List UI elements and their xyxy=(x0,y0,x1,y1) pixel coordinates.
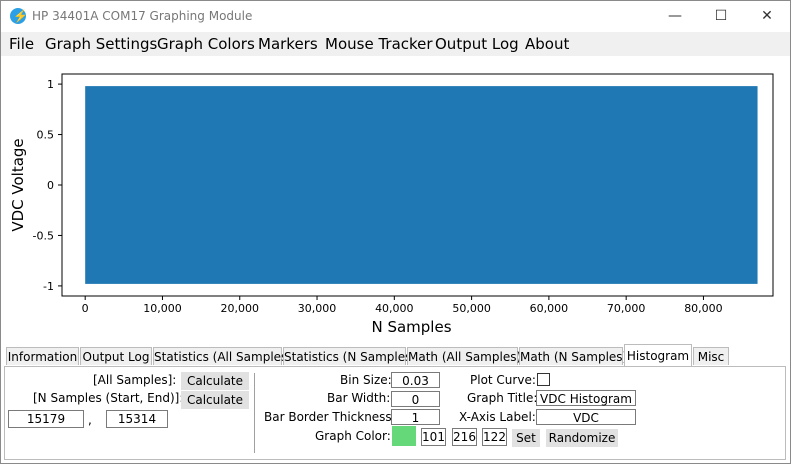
x-tick-label: 20,000 xyxy=(221,302,260,315)
tab-statistics-n-samples[interactable]: Statistics (N Samples) xyxy=(283,347,416,365)
voltage-chart[interactable]: 0 10,000 20,000 30,000 40,000 50,000 60,000 70,… xyxy=(1,56,790,343)
color-red-input[interactable]: 101 xyxy=(421,428,446,446)
tab-information[interactable]: Information xyxy=(6,347,79,365)
tab-statistics-all-samples[interactable]: Statistics (All Samples) xyxy=(153,347,292,365)
tab-math-all-samples[interactable]: Math (All Samples) xyxy=(407,347,521,365)
randomize-color-button[interactable]: Randomize xyxy=(546,429,618,447)
tab-strip: Information Output Log Statistics (All Sam… xyxy=(1,343,790,366)
x-tick-label: 50,000 xyxy=(452,302,491,315)
graph-color-label: Graph Color: xyxy=(315,429,391,443)
y-tick-label: -1 xyxy=(43,280,54,293)
calculate-all-button[interactable]: Calculate xyxy=(181,372,249,390)
bar-width-input[interactable]: 0 xyxy=(391,391,440,407)
x-tick-label: 10,000 xyxy=(143,302,182,315)
bar-border-input[interactable]: 1 xyxy=(391,409,440,425)
y-axis-title: VDC Voltage xyxy=(9,138,27,231)
plot-curve-label: Plot Curve: xyxy=(470,373,536,387)
menu-mouse-tracker[interactable]: Mouse Tracker xyxy=(325,35,433,53)
y-tick-label: 0 xyxy=(47,179,54,192)
x-tick-label: 40,000 xyxy=(375,302,414,315)
menu-graph-colors[interactable]: Graph Colors xyxy=(157,35,255,53)
app-window: HP 34401A COM17 Graphing Module — ☐ ✕ Fi… xyxy=(0,0,791,464)
x-axis-label-input[interactable]: VDC xyxy=(536,409,636,425)
x-tick-label: 60,000 xyxy=(530,302,569,315)
x-tick-label: 80,000 xyxy=(684,302,723,315)
minimize-icon: — xyxy=(668,8,682,24)
panel-divider xyxy=(254,373,258,453)
plot-curve-checkbox[interactable] xyxy=(537,373,550,386)
maximize-button[interactable]: ☐ xyxy=(698,1,744,32)
bin-size-label: Bin Size: xyxy=(340,373,392,387)
color-green-input[interactable]: 216 xyxy=(452,428,477,446)
tab-histogram[interactable]: Histogram xyxy=(624,344,692,366)
y-tick-label: 0.5 xyxy=(37,129,55,142)
end-sample-input[interactable]: 15314 xyxy=(106,410,168,428)
tab-math-n-samples[interactable]: Math (N Samples) xyxy=(519,347,627,365)
comma-separator: , xyxy=(88,413,92,427)
window-title: HP 34401A COM17 Graphing Module xyxy=(32,9,253,23)
n-samples-label: [N Samples (Start, End)]: xyxy=(33,391,184,405)
app-lightning-icon xyxy=(10,8,28,24)
x-axis-title: N Samples xyxy=(371,318,451,336)
minimize-button[interactable]: — xyxy=(652,1,698,32)
menu-file[interactable]: File xyxy=(9,35,34,53)
y-tick-label: 1 xyxy=(47,78,54,91)
all-samples-label: [All Samples]: xyxy=(93,373,177,387)
close-button[interactable]: ✕ xyxy=(744,1,790,32)
tab-misc[interactable]: Misc xyxy=(693,347,729,365)
title-bar[interactable]: HP 34401A COM17 Graphing Module — ☐ ✕ xyxy=(1,1,790,32)
close-icon: ✕ xyxy=(761,8,773,24)
histogram-panel: [All Samples]: Calculate [N Samples (Sta… xyxy=(4,366,786,460)
start-sample-input[interactable]: 15179 xyxy=(8,410,84,428)
bin-size-input[interactable]: 0.03 xyxy=(391,372,440,388)
x-tick-label: 30,000 xyxy=(298,302,337,315)
x-axis-label-label: X-Axis Label: xyxy=(459,410,536,424)
menu-graph-settings[interactable]: Graph Settings xyxy=(45,35,157,53)
menu-markers[interactable]: Markers xyxy=(258,35,318,53)
menu-output-log[interactable]: Output Log xyxy=(435,35,519,53)
calculate-n-button[interactable]: Calculate xyxy=(181,391,249,409)
menu-about[interactable]: About xyxy=(525,35,569,53)
bar-border-label: Bar Border Thickness: xyxy=(264,410,396,424)
menu-bar: File Graph Settings Graph Colors Markers… xyxy=(1,32,790,56)
signal-band xyxy=(85,86,758,284)
y-tick-label: -0.5 xyxy=(33,229,54,242)
x-tick-label: 70,000 xyxy=(607,302,646,315)
set-color-button[interactable]: Set xyxy=(512,429,540,447)
graph-title-input[interactable]: VDC Histogram xyxy=(536,390,636,406)
graph-title-label: Graph Title: xyxy=(467,391,538,405)
color-blue-input[interactable]: 122 xyxy=(482,428,507,446)
graph-color-swatch[interactable] xyxy=(392,426,416,446)
maximize-icon: ☐ xyxy=(714,8,728,24)
x-tick-label: 0 xyxy=(82,302,89,315)
bar-width-label: Bar Width: xyxy=(327,391,391,405)
tab-output-log[interactable]: Output Log xyxy=(80,347,152,365)
